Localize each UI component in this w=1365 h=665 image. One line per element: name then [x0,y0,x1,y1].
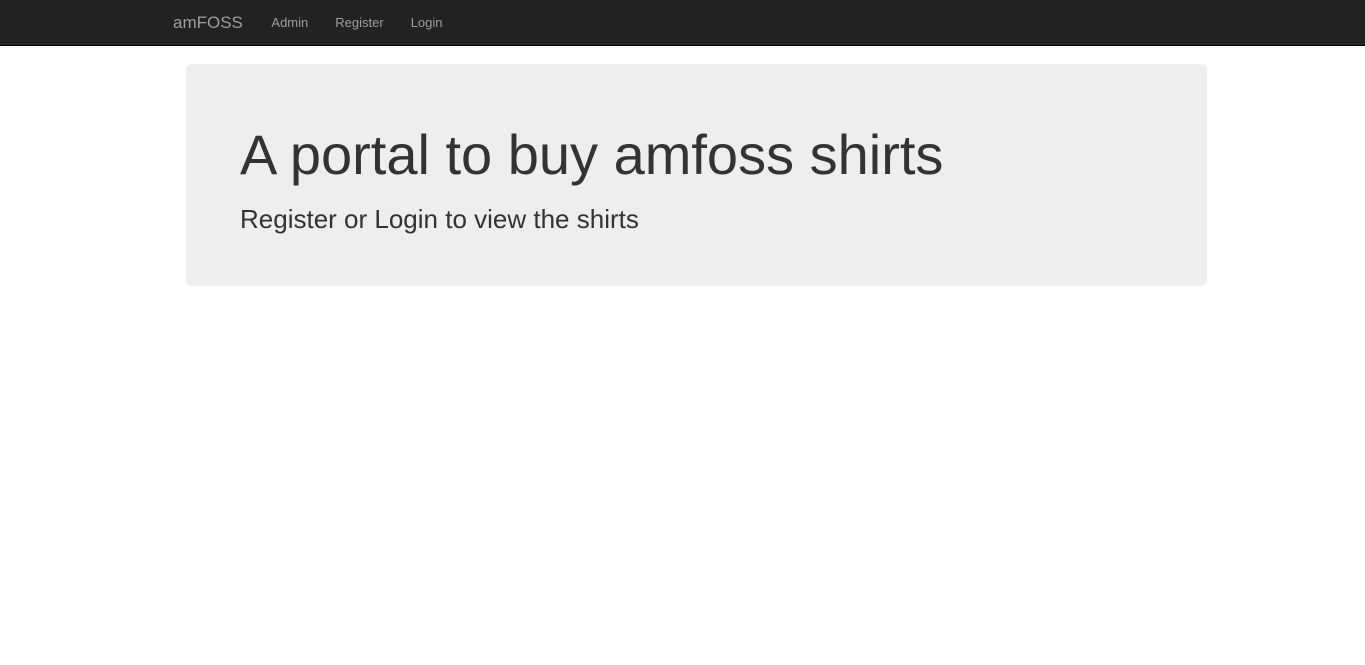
top-navbar: amFOSS Admin Register Login [0,0,1365,46]
navbar-container: amFOSS Admin Register Login [158,0,456,45]
nav-link-login[interactable]: Login [397,0,456,45]
jumbotron: A portal to buy amfoss shirts Register o… [186,64,1207,286]
page-title: A portal to buy amfoss shirts [240,123,944,186]
nav-link-admin[interactable]: Admin [258,0,322,45]
page-subtitle: Register or Login to view the shirts [240,204,639,234]
navbar-brand-link[interactable]: amFOSS [158,0,258,45]
nav-link-register[interactable]: Register [322,0,397,45]
